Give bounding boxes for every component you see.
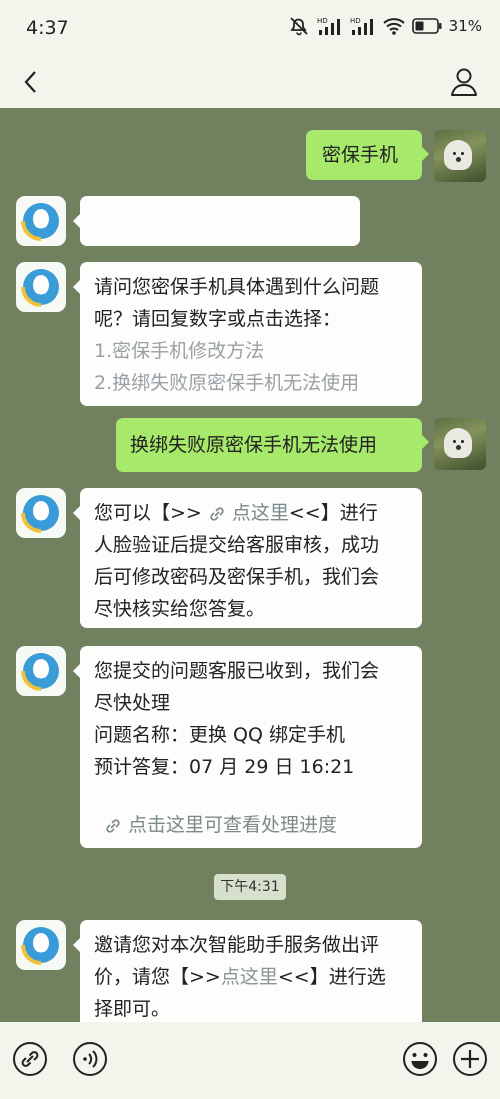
message-line: 您提交的问题客服已收到，我们会 <box>94 660 380 682</box>
status-bar: 4:37 HD HD 31% <box>0 0 500 56</box>
click-here-link[interactable]: 点这里 <box>232 502 289 524</box>
wifi-icon <box>382 18 405 35</box>
qq-bot-icon <box>21 653 59 691</box>
qq-bot-icon <box>21 203 59 241</box>
message-line: 后可修改密码及密保手机，我们会 <box>94 566 380 588</box>
dog-photo <box>444 140 472 170</box>
progress-link[interactable]: 点击这里可查看处理进度 <box>128 814 337 836</box>
bot-avatar[interactable] <box>16 646 66 696</box>
message-line: 尽快处理 <box>94 692 171 714</box>
status-time: 4:37 <box>26 17 69 39</box>
message-line: 择即可。 <box>94 998 171 1020</box>
link-icon <box>106 818 120 833</box>
emoji-button[interactable] <box>400 1039 440 1079</box>
message-line: 请问您密保手机具体遇到什么问题 <box>94 276 380 298</box>
link-button[interactable] <box>10 1039 50 1079</box>
timestamp-divider: 下午4:31 <box>214 874 286 900</box>
my-avatar[interactable] <box>434 418 486 470</box>
profile-button[interactable] <box>446 64 482 100</box>
expected-reply: 预计答复：07 月 29 日 16:21 <box>94 756 355 778</box>
battery-icon <box>411 18 442 34</box>
message-text: 您可以【>> <box>94 502 202 524</box>
status-icons: HD HD 31% <box>288 16 482 36</box>
message-line: 价，请您【>>点这里<<】进行选 <box>94 961 408 993</box>
bot-message-bubble[interactable]: 您可以【>> 点这里<<】进行 人脸验证后提交给客服审核，成功 后可修改密码及密保… <box>73 488 422 628</box>
message-line: 您可以【>> 点这里<<】进行 <box>94 497 408 529</box>
click-here-link[interactable]: 点这里 <box>221 966 278 988</box>
link-icon <box>210 506 224 521</box>
bot-avatar[interactable] <box>16 262 66 312</box>
option-link[interactable]: 1.密保手机修改方法 <box>94 335 408 367</box>
nav-bar <box>0 56 500 108</box>
user-icon <box>451 68 477 96</box>
my-avatar[interactable] <box>434 130 486 182</box>
back-button[interactable] <box>14 64 50 100</box>
progress-link-row[interactable]: 点击这里可查看处理进度 <box>94 809 408 841</box>
bot-message-bubble[interactable]: 请问您密保手机具体遇到什么问题 呢？请回复数字或点击选择： 1.密保手机修改方法… <box>73 262 422 406</box>
message-text: <<】进行 <box>288 502 378 524</box>
bot-avatar[interactable] <box>16 196 66 246</box>
my-message-bubble[interactable]: 换绑失败原密保手机无法使用 <box>116 418 429 472</box>
qq-bot-icon <box>21 927 59 965</box>
option-link[interactable]: 2.换绑失败原密保手机无法使用 <box>94 367 408 399</box>
svg-text:HD: HD <box>317 17 328 25</box>
link-icon <box>13 1042 47 1076</box>
voice-button[interactable] <box>70 1039 110 1079</box>
emoji-icon <box>403 1042 437 1076</box>
bot-avatar[interactable] <box>16 920 66 970</box>
voice-icon <box>73 1042 107 1076</box>
chat-area[interactable]: 密保手机 请问您密保手机具体遇到什么问题 呢？请回复数字或点击选择： 1.密保手… <box>0 108 500 1022</box>
plus-button[interactable] <box>450 1039 490 1079</box>
my-message-bubble[interactable]: 密保手机 <box>306 130 429 180</box>
message-line: 邀请您对本次智能助手服务做出评 <box>94 934 380 956</box>
input-bar <box>0 1022 500 1099</box>
signal-hd-icon: HD <box>317 17 340 35</box>
mute-icon <box>289 17 308 36</box>
message-line: 呢？请回复数字或点击选择： <box>94 308 342 330</box>
bot-message-bubble[interactable]: 您提交的问题客服已收到，我们会 尽快处理 问题名称：更换 QQ 绑定手机 预计答… <box>73 646 422 848</box>
svg-text:HD: HD <box>350 17 361 25</box>
dog-photo <box>444 428 472 458</box>
qq-bot-icon <box>21 495 59 533</box>
back-arrow-icon <box>24 71 36 93</box>
bot-avatar[interactable] <box>16 488 66 538</box>
message-text: 换绑失败原密保手机无法使用 <box>130 434 378 456</box>
message-line: 尽快核实给您答复。 <box>94 598 266 620</box>
qq-bot-icon <box>21 269 59 307</box>
bot-message-bubble[interactable]: 邀请您对本次智能助手服务做出评 价，请您【>>点这里<<】进行选 择即可。 <box>73 920 422 1022</box>
message-line: 人脸验证后提交给客服审核，成功 <box>94 534 380 556</box>
message-text: <<】进行选 <box>277 966 386 988</box>
message-text: 密保手机 <box>322 144 399 166</box>
plus-icon <box>453 1042 487 1076</box>
signal-hd-icon: HD <box>350 17 373 35</box>
bot-message-bubble[interactable] <box>73 196 360 246</box>
message-text: 价，请您【>> <box>94 966 221 988</box>
battery-percent: 31% <box>448 17 482 35</box>
issue-name: 问题名称：更换 QQ 绑定手机 <box>94 724 345 746</box>
